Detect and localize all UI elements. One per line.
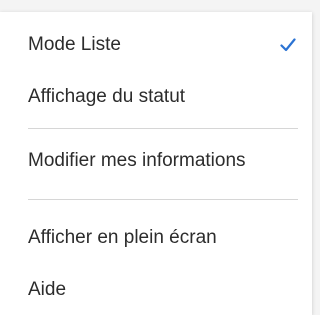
menu-item-mode-liste[interactable]: Mode Liste <box>0 23 312 67</box>
context-menu: Mode Liste Affichage du statut Modifier … <box>0 12 312 315</box>
menu-item-aide[interactable]: Aide <box>0 268 312 312</box>
menu-divider <box>28 128 298 129</box>
menu-item-label: Affichage du statut <box>28 86 186 107</box>
menu-item-affichage-statut[interactable]: Affichage du statut <box>0 75 312 119</box>
menu-item-label: Modifier mes informations <box>28 150 246 171</box>
menu-item-label: Afficher en plein écran <box>28 227 217 248</box>
menu-divider <box>28 199 298 200</box>
menu-item-label: Aide <box>28 279 67 300</box>
menu-item-modifier-informations[interactable]: Modifier mes informations <box>0 139 312 183</box>
menu-item-plein-ecran[interactable]: Afficher en plein écran <box>0 216 312 260</box>
check-icon <box>280 38 296 52</box>
menu-item-label: Mode Liste <box>28 34 121 55</box>
